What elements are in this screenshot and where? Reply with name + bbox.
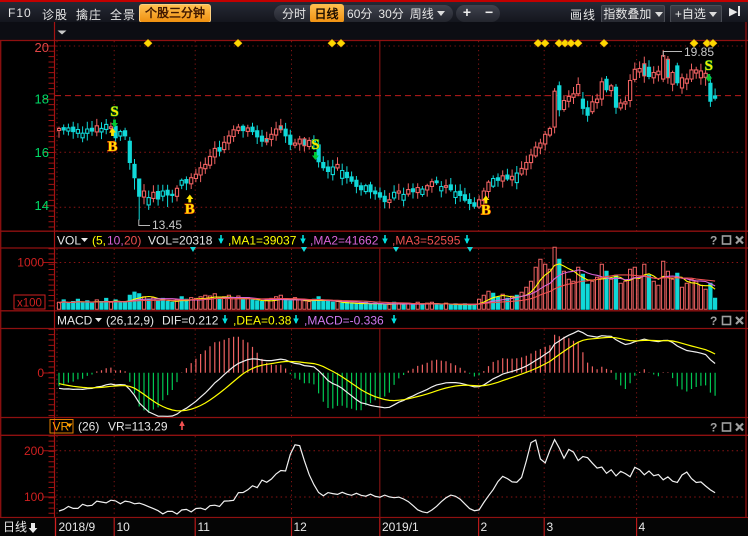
svg-text:14: 14 <box>35 198 49 213</box>
svg-text:(5,: (5, <box>92 234 106 248</box>
svg-text:2018/9: 2018/9 <box>59 520 96 534</box>
svg-text:200: 200 <box>24 444 44 458</box>
svg-text:2019/1: 2019/1 <box>382 520 419 534</box>
svg-text:4: 4 <box>639 520 646 534</box>
svg-text:VR: VR <box>53 420 70 434</box>
svg-text:VOL: VOL <box>57 234 81 248</box>
svg-text:B: B <box>185 202 195 218</box>
svg-text:DIF=0.212: DIF=0.212 <box>162 314 219 328</box>
svg-text:x100: x100 <box>17 298 42 310</box>
svg-text:MACD: MACD <box>57 314 93 328</box>
svg-text:10: 10 <box>117 520 131 534</box>
svg-text:,MA2=41662: ,MA2=41662 <box>310 234 379 248</box>
svg-text:1000: 1000 <box>17 256 44 270</box>
svg-text:B: B <box>107 139 117 155</box>
svg-text:S: S <box>311 137 319 153</box>
svg-text:0: 0 <box>37 366 44 380</box>
svg-text:11: 11 <box>198 520 211 534</box>
svg-text:12: 12 <box>294 520 308 534</box>
svg-text:S: S <box>705 58 713 74</box>
svg-text:,MA1=39037: ,MA1=39037 <box>228 234 297 248</box>
svg-text:?: ? <box>710 421 717 435</box>
svg-text:VOL=20318: VOL=20318 <box>148 234 213 248</box>
svg-text:VR=113.29: VR=113.29 <box>108 420 168 434</box>
svg-text:,MACD=-0.336: ,MACD=-0.336 <box>304 314 384 328</box>
svg-text:日线: 日线 <box>3 520 27 534</box>
svg-text:3: 3 <box>547 520 554 534</box>
svg-text:S: S <box>110 104 118 120</box>
svg-text:?: ? <box>710 314 717 328</box>
svg-text:?: ? <box>710 234 717 248</box>
svg-text:(26,12,9): (26,12,9) <box>106 314 154 328</box>
svg-text:18: 18 <box>35 92 49 107</box>
svg-text:,DEA=0.38: ,DEA=0.38 <box>233 314 292 328</box>
svg-text:19.85: 19.85 <box>684 45 714 59</box>
svg-text:(26): (26) <box>78 420 99 434</box>
svg-text:B: B <box>481 203 491 219</box>
svg-text:13.45: 13.45 <box>152 218 182 232</box>
svg-text:10,: 10, <box>107 234 124 248</box>
svg-text:,MA3=52595: ,MA3=52595 <box>392 234 461 248</box>
svg-text:20: 20 <box>35 40 49 55</box>
svg-text:2: 2 <box>481 520 488 534</box>
svg-text:20): 20) <box>124 234 141 248</box>
svg-text:16: 16 <box>35 145 49 160</box>
svg-text:100: 100 <box>24 490 44 504</box>
